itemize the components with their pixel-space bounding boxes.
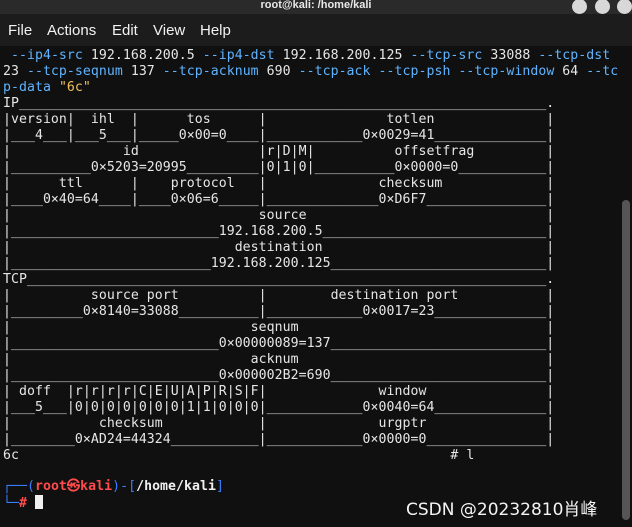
title-bar: root@kali: /home/kali [0,0,632,14]
output-line: |____0×40=64____|____0×06=6_____|_______… [3,192,555,207]
prompt-user: root㉿kali [34,479,113,494]
menu-file[interactable]: File [8,22,32,39]
command-token: "6c" [58,80,91,95]
window-title: root@kali: /home/kali [260,0,372,11]
menu-help[interactable]: Help [200,22,231,39]
command-token: 192.168.200.125 [274,48,411,63]
close-button[interactable] [617,0,632,14]
command-token: --tcp-src [410,48,483,63]
output-line: IP______________________________________… [3,96,555,111]
output-line: | acknum | [3,352,555,367]
output-line: | doff |r|r|r|r|C|E|U|A|P|R|S|F| window … [3,384,555,399]
maximize-button[interactable] [595,0,610,14]
output-line: |_________0×8140=33088__________|_______… [3,304,555,319]
terminal-window: root@kali: /home/kali File Actions Edit … [0,0,632,527]
command-token: --tcp-dst [538,48,611,63]
prompt-close-bracket: ] [216,479,224,494]
prompt-line-2: └─# [3,495,43,511]
output-line: | seqnum | [3,320,555,335]
command-token: --tcp-psh [378,64,451,79]
command-token: --tcp-window [458,64,555,79]
prompt-line-1: ┌──(root㉿kali)-[/home/kali] [3,479,224,495]
output-line: |___5___|0|0|0|0|0|0|0|1|1|0|0|0|_______… [3,400,555,415]
command-token [3,48,11,63]
output-line: |__________0×5203=20995_________|0|1|0|_… [3,160,555,175]
command-line-3: p-data "6c" [3,80,91,96]
prompt-path: /home/kali [136,479,216,494]
output-line: |__________________________0×00000089=13… [3,336,555,351]
prompt-separator: )-[ [112,479,137,494]
menu-edit[interactable]: Edit [112,22,138,39]
output-line: | source | [3,208,555,223]
menu-bar: File Actions Edit View Help [0,14,632,46]
command-token: --tcp-acknum [162,64,259,79]
menu-view[interactable]: View [153,22,185,39]
command-token: --tcp-ack [298,64,371,79]
watermark: CSDN @20232810肖峰 [406,500,598,520]
output-line: |__________________________0×000002B2=69… [3,368,555,383]
text-cursor [34,495,43,509]
command-token: --ip4-dst [202,48,275,63]
output-line: 6c # l [3,448,475,463]
output-line: | id |r|D|M| offsetfrag | [3,144,555,159]
command-token [51,80,59,95]
output-line: | source port | destination port | [3,288,555,303]
prompt-corner-top: ┌──( [3,479,35,494]
output-line: |__________________________192.168.200.5… [3,224,555,239]
output-line: | ttl | protocol | checksum | [3,176,555,191]
scrollbar[interactable] [622,200,630,520]
output-line: | destination | [3,240,555,255]
command-token: 137 [122,64,163,79]
output-line: | checksum | urgptr | [3,416,555,431]
command-token: 23 [3,64,27,79]
output-line: |___4___|___5___|_____0×00=0____|_______… [3,128,555,143]
command-token: 64 [554,64,587,79]
command-line-2: 23 --tcp-seqnum 137 --tcp-acknum 690 --t… [3,64,618,80]
command-token: 192.168.200.5 [82,48,203,63]
command-line-1: --ip4-src 192.168.200.5 --ip4-dst 192.16… [3,48,610,64]
command-token: 690 [258,64,299,79]
command-token: 33088 [482,48,539,63]
command-token: p-data [3,80,51,95]
output-line: |________0×AD24=44324___________|_______… [3,432,555,447]
output-line: |_________________________192.168.200.12… [3,256,555,271]
output-line: |version| ihl | tos | totlen | [3,112,555,127]
command-token: --ip4-src [11,48,83,63]
command-token: --tcp-seqnum [26,64,123,79]
output-line: TCP_____________________________________… [3,272,555,287]
terminal-output[interactable]: --ip4-src 192.168.200.5 --ip4-dst 192.16… [3,46,618,527]
minimize-button[interactable] [572,0,587,14]
command-token [371,64,379,79]
menu-actions[interactable]: Actions [47,22,96,39]
prompt-symbol: # [18,496,27,511]
prompt-corner-bottom: └─ [3,496,19,511]
command-token: --tc [586,64,619,79]
